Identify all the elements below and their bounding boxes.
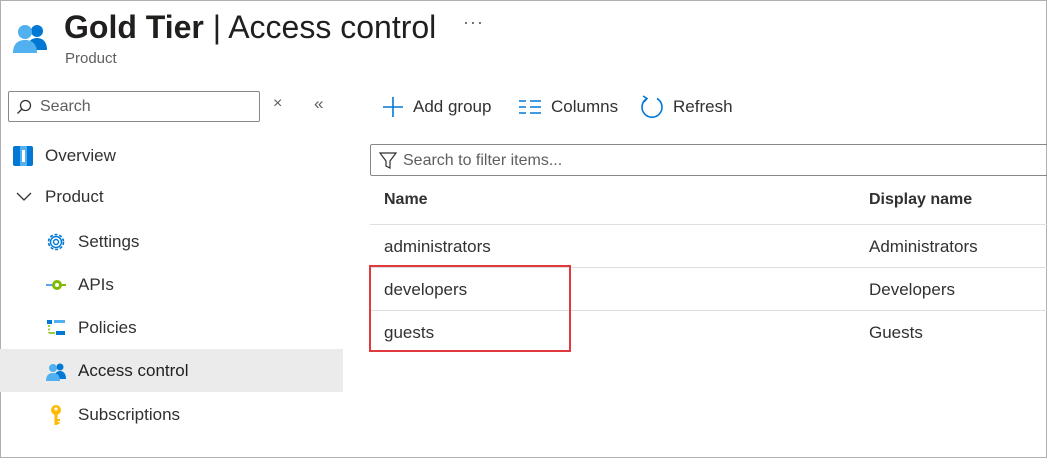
cell-display-name: Developers [869, 280, 955, 299]
table-row[interactable]: administrators Administrators [370, 224, 1047, 267]
filter-input[interactable] [403, 149, 1043, 172]
sidebar-item-label: Overview [45, 145, 116, 165]
columns-icon [519, 100, 541, 114]
chevron-down-icon [13, 186, 35, 208]
table-row[interactable]: guests Guests [370, 310, 1047, 353]
page-subtitle: Product [65, 50, 117, 67]
cell-display-name: Guests [869, 323, 923, 342]
sidebar-item-label: Subscriptions [78, 404, 181, 424]
sidebar-item-settings[interactable]: Settings [0, 220, 343, 263]
sidebar-item-policies[interactable]: Policies [0, 306, 343, 349]
table-row[interactable]: developers Developers [370, 267, 1047, 310]
sidebar-item-label: APIs [78, 274, 114, 294]
sidebar-item-label: Access control [78, 360, 189, 380]
policies-icon [45, 317, 67, 339]
more-options-button[interactable]: ··· [463, 12, 484, 33]
sidebar-item-overview[interactable]: Overview [0, 134, 343, 177]
sidebar-item-label: Policies [78, 317, 137, 337]
columns-label: Columns [551, 97, 619, 116]
gear-icon [45, 231, 67, 253]
sidebar-search-input[interactable] [40, 95, 255, 118]
cell-name: administrators [384, 237, 491, 256]
sidebar-item-label: Product [45, 186, 104, 206]
key-icon [45, 404, 67, 426]
cell-display-name: Administrators [869, 237, 978, 256]
column-header-name[interactable]: Name [384, 191, 428, 209]
refresh-label: Refresh [673, 97, 733, 116]
sidebar-item-access-control[interactable]: Access control [0, 349, 343, 392]
filter-icon [379, 152, 397, 169]
cell-name: developers [384, 280, 468, 299]
users-group-icon [12, 19, 50, 55]
sidebar-item-subscriptions[interactable]: Subscriptions [0, 393, 343, 436]
sidebar-search-box[interactable] [8, 91, 260, 122]
api-icon [45, 274, 67, 296]
overview-icon [12, 145, 34, 167]
refresh-button[interactable]: Refresh [640, 94, 733, 120]
add-group-button[interactable]: Add group [382, 94, 491, 120]
plus-icon [383, 97, 403, 117]
sidebar-item-label: Settings [78, 231, 140, 251]
sidebar-item-apis[interactable]: APIs [0, 263, 343, 306]
cell-name: guests [384, 323, 435, 342]
collapse-sidebar-button[interactable]: « [314, 94, 323, 114]
column-header-display-name[interactable]: Display name [869, 191, 972, 209]
page-title: Gold Tier | Access control [64, 9, 437, 45]
add-group-label: Add group [413, 97, 492, 116]
columns-button[interactable]: Columns [518, 94, 618, 120]
sidebar-item-product[interactable]: Product [0, 175, 343, 218]
filter-box[interactable] [370, 144, 1047, 176]
users-group-icon [45, 360, 67, 382]
clear-search-button[interactable]: × [273, 95, 282, 113]
search-icon [17, 99, 32, 114]
refresh-icon [641, 95, 663, 118]
